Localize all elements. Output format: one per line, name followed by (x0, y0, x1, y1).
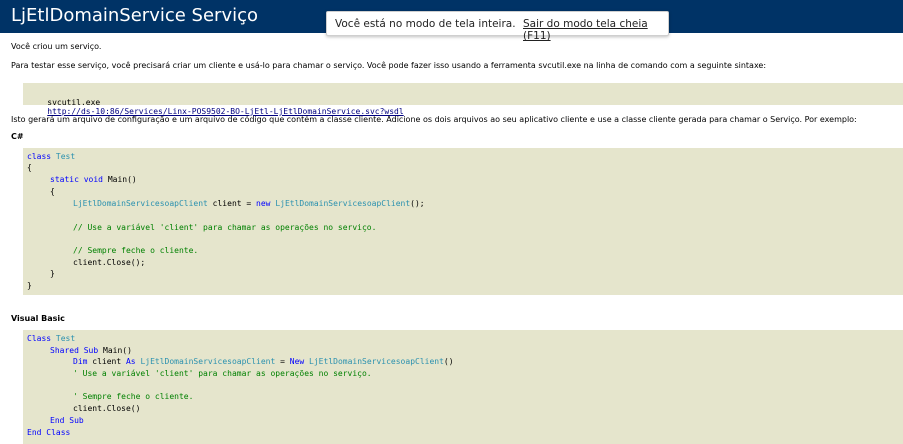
svcutil-code-box: svcutil.exe http://ds-10:86/Services/Lin… (23, 83, 903, 116)
vb-heading: Visual Basic (11, 314, 65, 323)
cs-comment-use: // Use a variável 'client' para chamar a… (73, 223, 377, 232)
vb-code-box: Class Test Shared Sub Main() Dim client … (23, 330, 903, 444)
cs-line-main-close: } (50, 269, 55, 278)
intro-generate-text: Isto gerará um arquivo de configuração e… (11, 115, 857, 124)
vb-line-main: Shared Sub Main() (50, 346, 132, 355)
intro-instructions-text: Para testar esse serviço, você precisará… (11, 61, 767, 70)
exit-fullscreen-link[interactable]: Sair do modo tela cheia (F11) (523, 18, 668, 42)
fullscreen-message: Você está no modo de tela inteira. (335, 18, 516, 30)
cs-line-class: class Test (27, 152, 76, 161)
intro-created-text: Você criou um serviço. (11, 42, 102, 51)
vb-line-end-class: End Class (27, 428, 71, 437)
vb-line-end-sub: End Sub (50, 416, 84, 425)
vb-comment-close: ' Sempre feche o cliente. (73, 392, 194, 401)
cs-line-main-open: { (50, 187, 55, 196)
vb-line-close-call: client.Close() (73, 404, 141, 413)
vb-comment-use: ' Use a variável 'client' para chamar as… (73, 369, 372, 378)
cs-line-client: LjEtlDomainServicesoapClient client = ne… (73, 199, 425, 208)
page-title: LjEtlDomainService Serviço (11, 5, 259, 26)
cs-line-close-call: client.Close(); (73, 258, 146, 267)
csharp-code-box: class Test { static void Main() { LjEtlD… (23, 148, 903, 295)
cs-line-open-brace: { (27, 163, 32, 172)
cs-comment-close: // Sempre feche o cliente. (73, 246, 199, 255)
csharp-heading: C# (11, 132, 24, 141)
cs-line-main: static void Main() (50, 175, 137, 184)
vb-line-dim: Dim client As LjEtlDomainServicesoapClie… (73, 357, 454, 366)
cs-line-close-brace: } (27, 281, 32, 290)
svcutil-command: svcutil.exe (47, 98, 101, 107)
fullscreen-notice: Você está no modo de tela inteira. Sair … (326, 11, 669, 42)
vb-line-class: Class Test (27, 334, 76, 343)
